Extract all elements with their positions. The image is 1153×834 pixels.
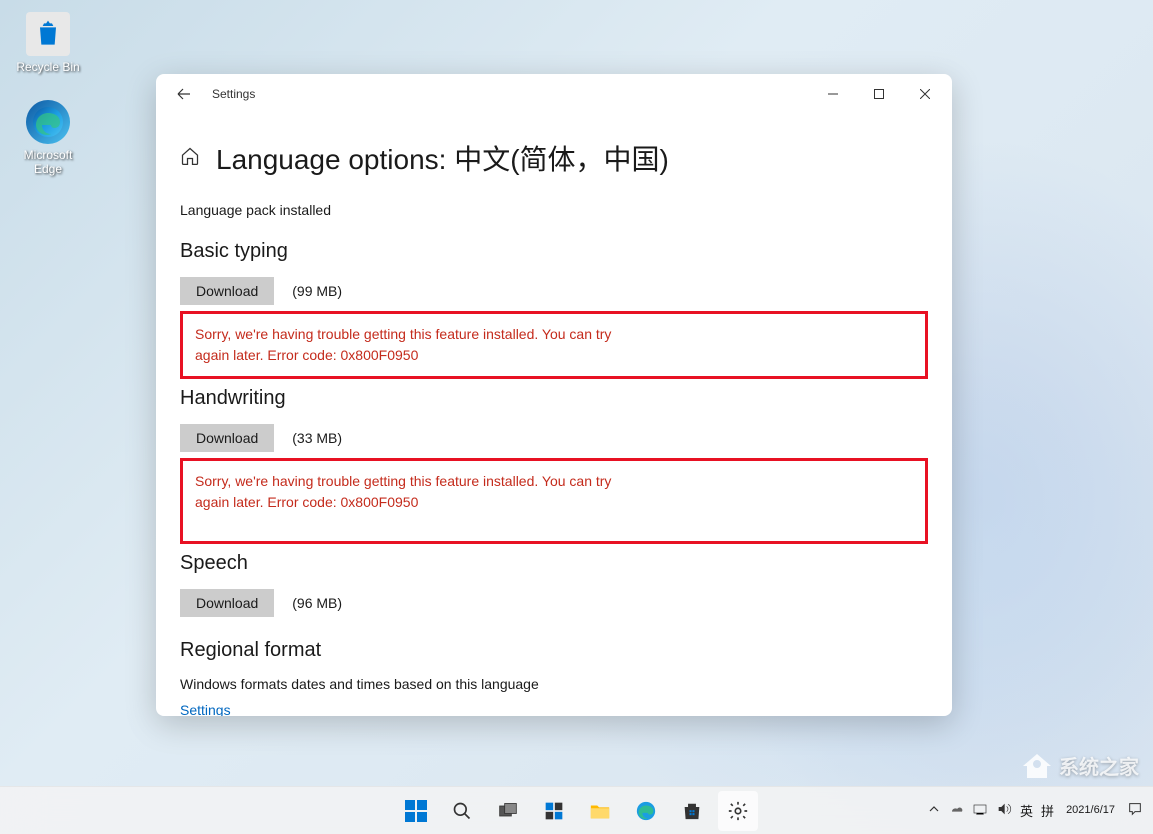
download-handwriting-button[interactable]: Download xyxy=(180,424,274,452)
window-title: Settings xyxy=(212,87,255,101)
download-basic-typing-button[interactable]: Download xyxy=(180,277,274,305)
search-button[interactable] xyxy=(442,791,482,831)
section-speech-title: Speech xyxy=(180,552,928,575)
edge-icon xyxy=(26,100,70,144)
task-view-button[interactable] xyxy=(488,791,528,831)
system-tray: 英 拼 2021/6/17 xyxy=(928,801,1153,820)
volume-icon[interactable] xyxy=(996,801,1012,820)
tray-chevron-icon[interactable] xyxy=(928,803,940,818)
watermark: 系统之家 xyxy=(1021,751,1139,780)
tray-clock[interactable]: 2021/6/17 xyxy=(1066,803,1115,817)
settings-window: Settings Language options: 中文(简体，中国) Lan… xyxy=(156,74,952,716)
taskbar-center xyxy=(396,791,758,831)
section-handwriting-title: Handwriting xyxy=(180,387,928,410)
section-regional-title: Regional format xyxy=(180,639,928,662)
recycle-bin-icon xyxy=(26,12,70,56)
tray-date: 2021/6/17 xyxy=(1066,803,1115,817)
download-speech-button[interactable]: Download xyxy=(180,589,274,617)
handwriting-error-box: Sorry, we're having trouble getting this… xyxy=(180,458,928,544)
language-pack-status: Language pack installed xyxy=(180,202,928,218)
window-controls xyxy=(810,78,948,110)
speech-size: (96 MB) xyxy=(292,595,342,611)
desktop-icon-label: Microsoft Edge xyxy=(12,148,84,176)
basic-typing-size: (99 MB) xyxy=(292,283,342,299)
input-indicator-icon[interactable] xyxy=(972,801,988,820)
maximize-button[interactable] xyxy=(856,78,902,110)
error-message: Sorry, we're having trouble getting this… xyxy=(195,324,635,366)
close-button[interactable] xyxy=(902,78,948,110)
section-basic-typing-title: Basic typing xyxy=(180,240,928,263)
settings-taskbar-button[interactable] xyxy=(718,791,758,831)
regional-description: Windows formats dates and times based on… xyxy=(180,676,928,692)
store-button[interactable] xyxy=(672,791,712,831)
widgets-button[interactable] xyxy=(534,791,574,831)
taskbar: 英 拼 2021/6/17 xyxy=(0,786,1153,834)
desktop-icon-edge[interactable]: Microsoft Edge xyxy=(12,100,84,176)
onedrive-icon[interactable] xyxy=(948,801,964,820)
start-button[interactable] xyxy=(396,791,436,831)
windows-logo-icon xyxy=(405,800,427,822)
page-title: Language options: 中文(简体，中国) xyxy=(216,138,669,178)
home-icon[interactable] xyxy=(180,146,200,171)
ime-mode[interactable]: 拼 xyxy=(1041,801,1054,820)
edge-taskbar-button[interactable] xyxy=(626,791,666,831)
basic-typing-error-box: Sorry, we're having trouble getting this… xyxy=(180,311,928,379)
notifications-icon[interactable] xyxy=(1127,801,1143,820)
desktop-icon-recycle-bin[interactable]: Recycle Bin xyxy=(12,12,84,74)
minimize-button[interactable] xyxy=(810,78,856,110)
watermark-house-icon xyxy=(1021,752,1053,780)
ime-lang[interactable]: 英 xyxy=(1020,801,1033,820)
titlebar[interactable]: Settings xyxy=(156,74,952,114)
error-message: Sorry, we're having trouble getting this… xyxy=(195,471,635,513)
back-button[interactable] xyxy=(168,78,200,110)
file-explorer-button[interactable] xyxy=(580,791,620,831)
handwriting-size: (33 MB) xyxy=(292,430,342,446)
window-content: Language options: 中文(简体，中国) Language pac… xyxy=(156,114,952,716)
regional-settings-link[interactable]: Settings xyxy=(180,702,231,716)
desktop-icon-label: Recycle Bin xyxy=(12,60,84,74)
